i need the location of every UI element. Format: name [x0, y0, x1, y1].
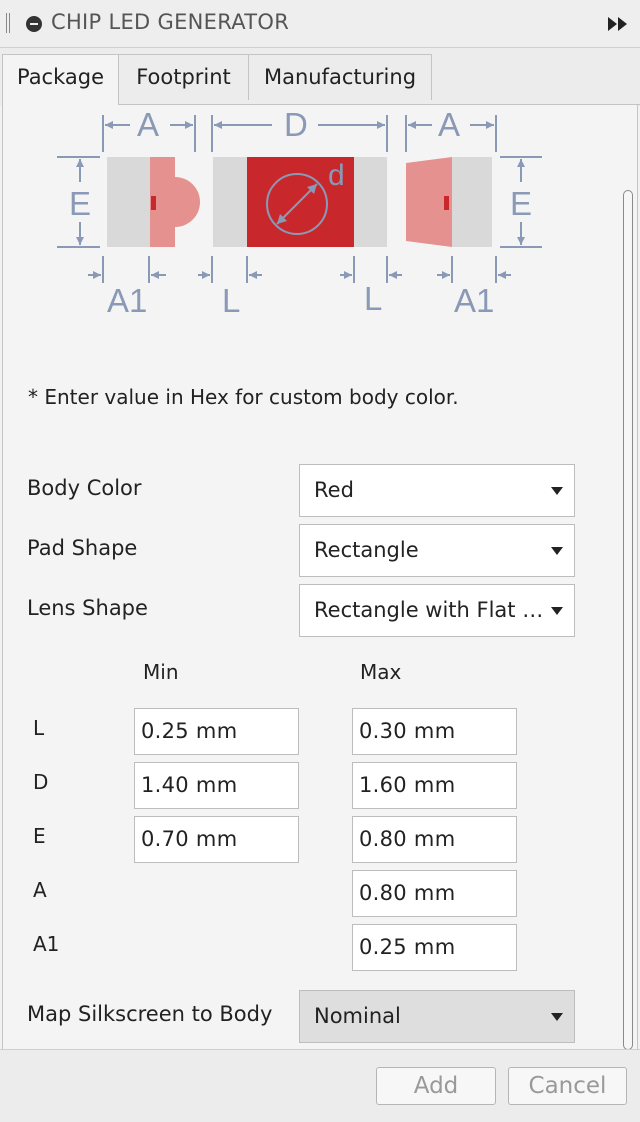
map-silkscreen-label: Map Silkscreen to Body: [27, 1002, 273, 1026]
tab-manufacturing[interactable]: Manufacturing: [248, 54, 432, 100]
collapse-icon[interactable]: [26, 16, 42, 32]
dropdown-arrow-icon: [551, 1013, 563, 1021]
label-d: D: [284, 108, 308, 143]
tab-bar: Package Footprint Manufacturing: [0, 48, 640, 107]
label-small-d: d: [328, 159, 345, 192]
d-min-input[interactable]: 1.40 mm: [134, 762, 299, 809]
lens-shape-label: Lens Shape: [27, 596, 148, 620]
hex-color-note: * Enter value in Hex for custom body col…: [28, 385, 459, 409]
dropdown-arrow-icon: [551, 607, 563, 615]
body-color-value: Red: [314, 478, 354, 502]
d-max-input[interactable]: 1.60 mm: [352, 762, 517, 809]
side-view-chip-right: [444, 196, 449, 210]
label-a1-left: A1: [107, 282, 147, 319]
tab-package[interactable]: Package: [2, 54, 119, 107]
dropdown-arrow-icon: [551, 487, 563, 495]
label-a-right: A: [438, 108, 460, 143]
dim-label-d: D: [33, 770, 49, 794]
label-e-right: E: [510, 185, 532, 222]
window-title: CHIP LED GENERATOR: [51, 10, 290, 34]
pad-shape-label: Pad Shape: [27, 536, 138, 560]
max-column-header: Max: [360, 660, 402, 684]
e-min-input[interactable]: 0.70 mm: [134, 816, 299, 863]
label-l-right: L: [364, 280, 382, 317]
e-max-input[interactable]: 0.80 mm: [352, 816, 517, 863]
title-bar: CHIP LED GENERATOR: [0, 0, 640, 48]
top-view-pad-left: [213, 157, 247, 247]
l-max-input[interactable]: 0.30 mm: [352, 708, 517, 755]
dim-label-a1: A1: [33, 932, 60, 956]
dim-label-a: A: [33, 878, 47, 902]
body-color-select[interactable]: Red: [299, 464, 575, 517]
dropdown-arrow-icon: [551, 547, 563, 555]
body-color-label: Body Color: [27, 476, 142, 500]
l-min-input[interactable]: 0.25 mm: [134, 708, 299, 755]
scrollbar[interactable]: [623, 190, 633, 1050]
side-view-body-right: [452, 157, 492, 247]
top-view-pad-right: [354, 157, 387, 247]
drag-grip-icon[interactable]: [6, 13, 10, 33]
a-max-input[interactable]: 0.80 mm: [352, 870, 517, 917]
lens-shape-value: Rectangle with Flat T...: [314, 598, 544, 622]
label-a1-right: A1: [454, 282, 494, 319]
tab-footprint[interactable]: Footprint: [118, 54, 249, 100]
label-a-left: A: [137, 108, 159, 143]
dim-label-l: L: [33, 716, 45, 740]
a1-max-input[interactable]: 0.25 mm: [352, 924, 517, 971]
add-button[interactable]: Add: [376, 1067, 496, 1105]
side-view-body-left: [107, 157, 150, 247]
cancel-button[interactable]: Cancel: [508, 1067, 627, 1105]
label-l-left: L: [222, 282, 240, 319]
side-view-chip-left: [151, 196, 156, 210]
min-column-header: Min: [143, 660, 179, 684]
map-silkscreen-value: Nominal: [314, 1004, 401, 1028]
pad-shape-select[interactable]: Rectangle: [299, 524, 575, 577]
side-view-lens-left: [150, 157, 200, 247]
expand-icon[interactable]: [608, 17, 628, 31]
pad-shape-value: Rectangle: [314, 538, 419, 562]
dialog-footer: Add Cancel: [0, 1049, 640, 1122]
map-silkscreen-select[interactable]: Nominal: [299, 990, 575, 1043]
label-e-left: E: [69, 185, 91, 222]
lens-shape-select[interactable]: Rectangle with Flat T...: [299, 584, 575, 637]
package-diagram: A D A E E d A1 L L A1: [57, 108, 542, 319]
dim-label-e: E: [33, 824, 46, 848]
